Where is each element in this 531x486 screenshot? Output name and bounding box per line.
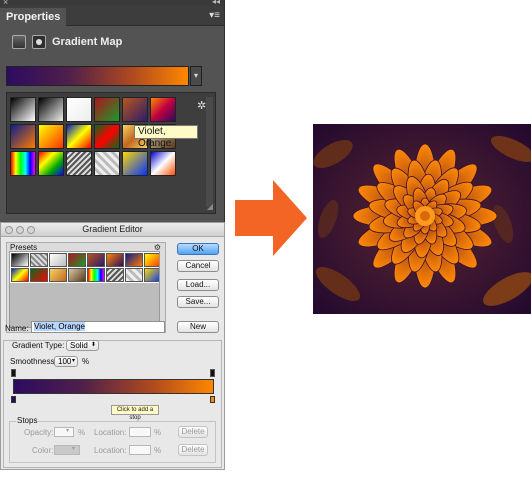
gradient-swatch[interactable] bbox=[10, 97, 36, 122]
preset-swatch[interactable] bbox=[68, 253, 86, 267]
delete-color-stop-button[interactable]: Delete bbox=[178, 444, 208, 456]
gradient-picker: ✲ ◢ bbox=[6, 92, 216, 214]
preset-swatch[interactable] bbox=[11, 268, 29, 282]
properties-panel: × ◂◂ Properties ▾≡ Gradient Map ▾ ✲ ◢ Vi… bbox=[0, 0, 225, 222]
gradient-settings: Gradient Type: Solid ⬍ Smoothness: 100 ▾… bbox=[3, 340, 222, 468]
color-location-percent: % bbox=[154, 446, 162, 455]
gradient-swatch[interactable] bbox=[66, 124, 92, 149]
gradient-swatch[interactable] bbox=[66, 151, 92, 176]
dahlia-photo bbox=[313, 124, 531, 314]
presets-box: Presets ⚙ bbox=[6, 242, 166, 333]
gradient-edit-bar[interactable] bbox=[13, 379, 214, 394]
gradient-swatch[interactable] bbox=[150, 97, 176, 122]
preset-swatch[interactable] bbox=[125, 268, 143, 282]
preset-swatch[interactable] bbox=[49, 268, 67, 282]
percent-label: % bbox=[82, 357, 90, 366]
adjustment-title: Gradient Map bbox=[52, 36, 123, 48]
gradient-editor-window: Gradient Editor Presets ⚙ OK Cancel Load… bbox=[0, 222, 225, 470]
save-button[interactable]: Save... bbox=[177, 296, 219, 308]
stops-label: Stops bbox=[16, 416, 39, 425]
panel-tab-row: Properties ▾≡ bbox=[0, 6, 224, 26]
gradient-preview-bar[interactable] bbox=[6, 66, 189, 86]
updown-icon: ⬍ bbox=[90, 342, 96, 348]
presets-list[interactable] bbox=[9, 251, 160, 328]
smoothness-select[interactable]: 100 ▾ bbox=[54, 356, 78, 367]
adjustment-layer-icon[interactable] bbox=[12, 35, 26, 49]
resize-handle-icon[interactable]: ◢ bbox=[207, 202, 213, 211]
preset-swatch[interactable] bbox=[87, 268, 105, 282]
preset-swatch[interactable] bbox=[30, 268, 48, 282]
gradient-swatch[interactable] bbox=[94, 124, 120, 149]
preset-swatch[interactable] bbox=[87, 253, 105, 267]
window-titlebar: Gradient Editor bbox=[1, 223, 224, 237]
new-button[interactable]: New bbox=[177, 321, 219, 333]
scrollbar[interactable] bbox=[206, 97, 213, 207]
gradient-swatch[interactable] bbox=[10, 151, 36, 176]
preset-swatch[interactable] bbox=[144, 253, 159, 267]
opacity-stop-right[interactable] bbox=[210, 369, 215, 377]
gradient-swatch[interactable] bbox=[122, 97, 148, 122]
color-swatch[interactable] bbox=[54, 445, 80, 455]
gradient-swatch[interactable] bbox=[10, 124, 36, 149]
opacity-label: Opacity: bbox=[24, 428, 54, 437]
gradient-swatch[interactable] bbox=[94, 151, 120, 176]
preset-swatch[interactable] bbox=[144, 268, 159, 282]
preset-swatch[interactable] bbox=[11, 253, 29, 267]
adjustment-header: Gradient Map bbox=[10, 35, 215, 55]
opacity-field[interactable] bbox=[54, 427, 74, 437]
color-label: Color: bbox=[32, 446, 54, 455]
preset-swatch-grid bbox=[10, 252, 159, 283]
preset-swatch[interactable] bbox=[68, 268, 86, 282]
opacity-location-field[interactable] bbox=[129, 427, 151, 437]
preset-swatch[interactable] bbox=[49, 253, 67, 267]
gradient-swatch[interactable] bbox=[94, 97, 120, 122]
color-dropdown-icon[interactable]: ▾ bbox=[72, 445, 75, 452]
gradient-type-select[interactable]: Solid ⬍ bbox=[66, 340, 99, 351]
smoothness-value: 100 bbox=[58, 357, 72, 366]
right-arrow-icon bbox=[235, 180, 307, 256]
ok-button[interactable]: OK bbox=[177, 243, 219, 255]
swatch-tooltip: Violet, Orange bbox=[134, 125, 198, 149]
tab-properties[interactable]: Properties bbox=[0, 8, 67, 26]
color-location-label: Location: bbox=[94, 446, 127, 455]
opacity-location-percent: % bbox=[154, 428, 162, 437]
preset-swatch[interactable] bbox=[106, 253, 124, 267]
panel-menu-icon[interactable]: ▾≡ bbox=[209, 10, 220, 21]
opacity-location-label: Location: bbox=[94, 428, 127, 437]
name-label: Name: bbox=[5, 324, 29, 333]
gradient-swatch[interactable] bbox=[150, 151, 176, 176]
load-button[interactable]: Load... bbox=[177, 279, 219, 291]
gradient-swatch[interactable] bbox=[122, 151, 148, 176]
preset-swatch[interactable] bbox=[125, 253, 143, 267]
gear-icon[interactable]: ✲ bbox=[197, 99, 206, 112]
opacity-percent: % bbox=[78, 428, 86, 437]
layer-mask-icon[interactable] bbox=[32, 35, 46, 49]
chevron-down-icon: ▾ bbox=[71, 358, 75, 364]
delete-opacity-stop-button[interactable]: Delete bbox=[178, 426, 208, 438]
color-stop-right[interactable] bbox=[210, 396, 215, 403]
gradient-swatch[interactable] bbox=[38, 97, 64, 122]
gradient-swatch[interactable] bbox=[66, 97, 92, 122]
preset-swatch[interactable] bbox=[30, 253, 48, 267]
name-value: Violet, Orange bbox=[34, 322, 85, 331]
stops-group: Stops Opacity: ▾ % Location: % Delete Co… bbox=[9, 416, 216, 463]
gradient-swatch[interactable] bbox=[38, 124, 64, 149]
opacity-stepper-icon[interactable]: ▾ bbox=[66, 427, 69, 434]
chevron-down-icon[interactable]: ▾ bbox=[190, 66, 202, 86]
cancel-button[interactable]: Cancel bbox=[177, 260, 219, 272]
color-stop-left[interactable] bbox=[11, 396, 16, 403]
preset-swatch[interactable] bbox=[106, 268, 124, 282]
add-stop-tooltip: Click to add a stop bbox=[111, 405, 159, 421]
opacity-stop-left[interactable] bbox=[11, 369, 16, 377]
name-field[interactable]: Violet, Orange bbox=[31, 321, 165, 333]
color-location-field[interactable] bbox=[129, 445, 151, 455]
gradient-swatch[interactable] bbox=[38, 151, 64, 176]
window-title: Gradient Editor bbox=[82, 224, 143, 234]
gradient-type-label: Gradient Type: bbox=[12, 341, 65, 350]
gradient-type-value: Solid bbox=[70, 341, 88, 350]
smoothness-label: Smoothness: bbox=[10, 357, 57, 366]
